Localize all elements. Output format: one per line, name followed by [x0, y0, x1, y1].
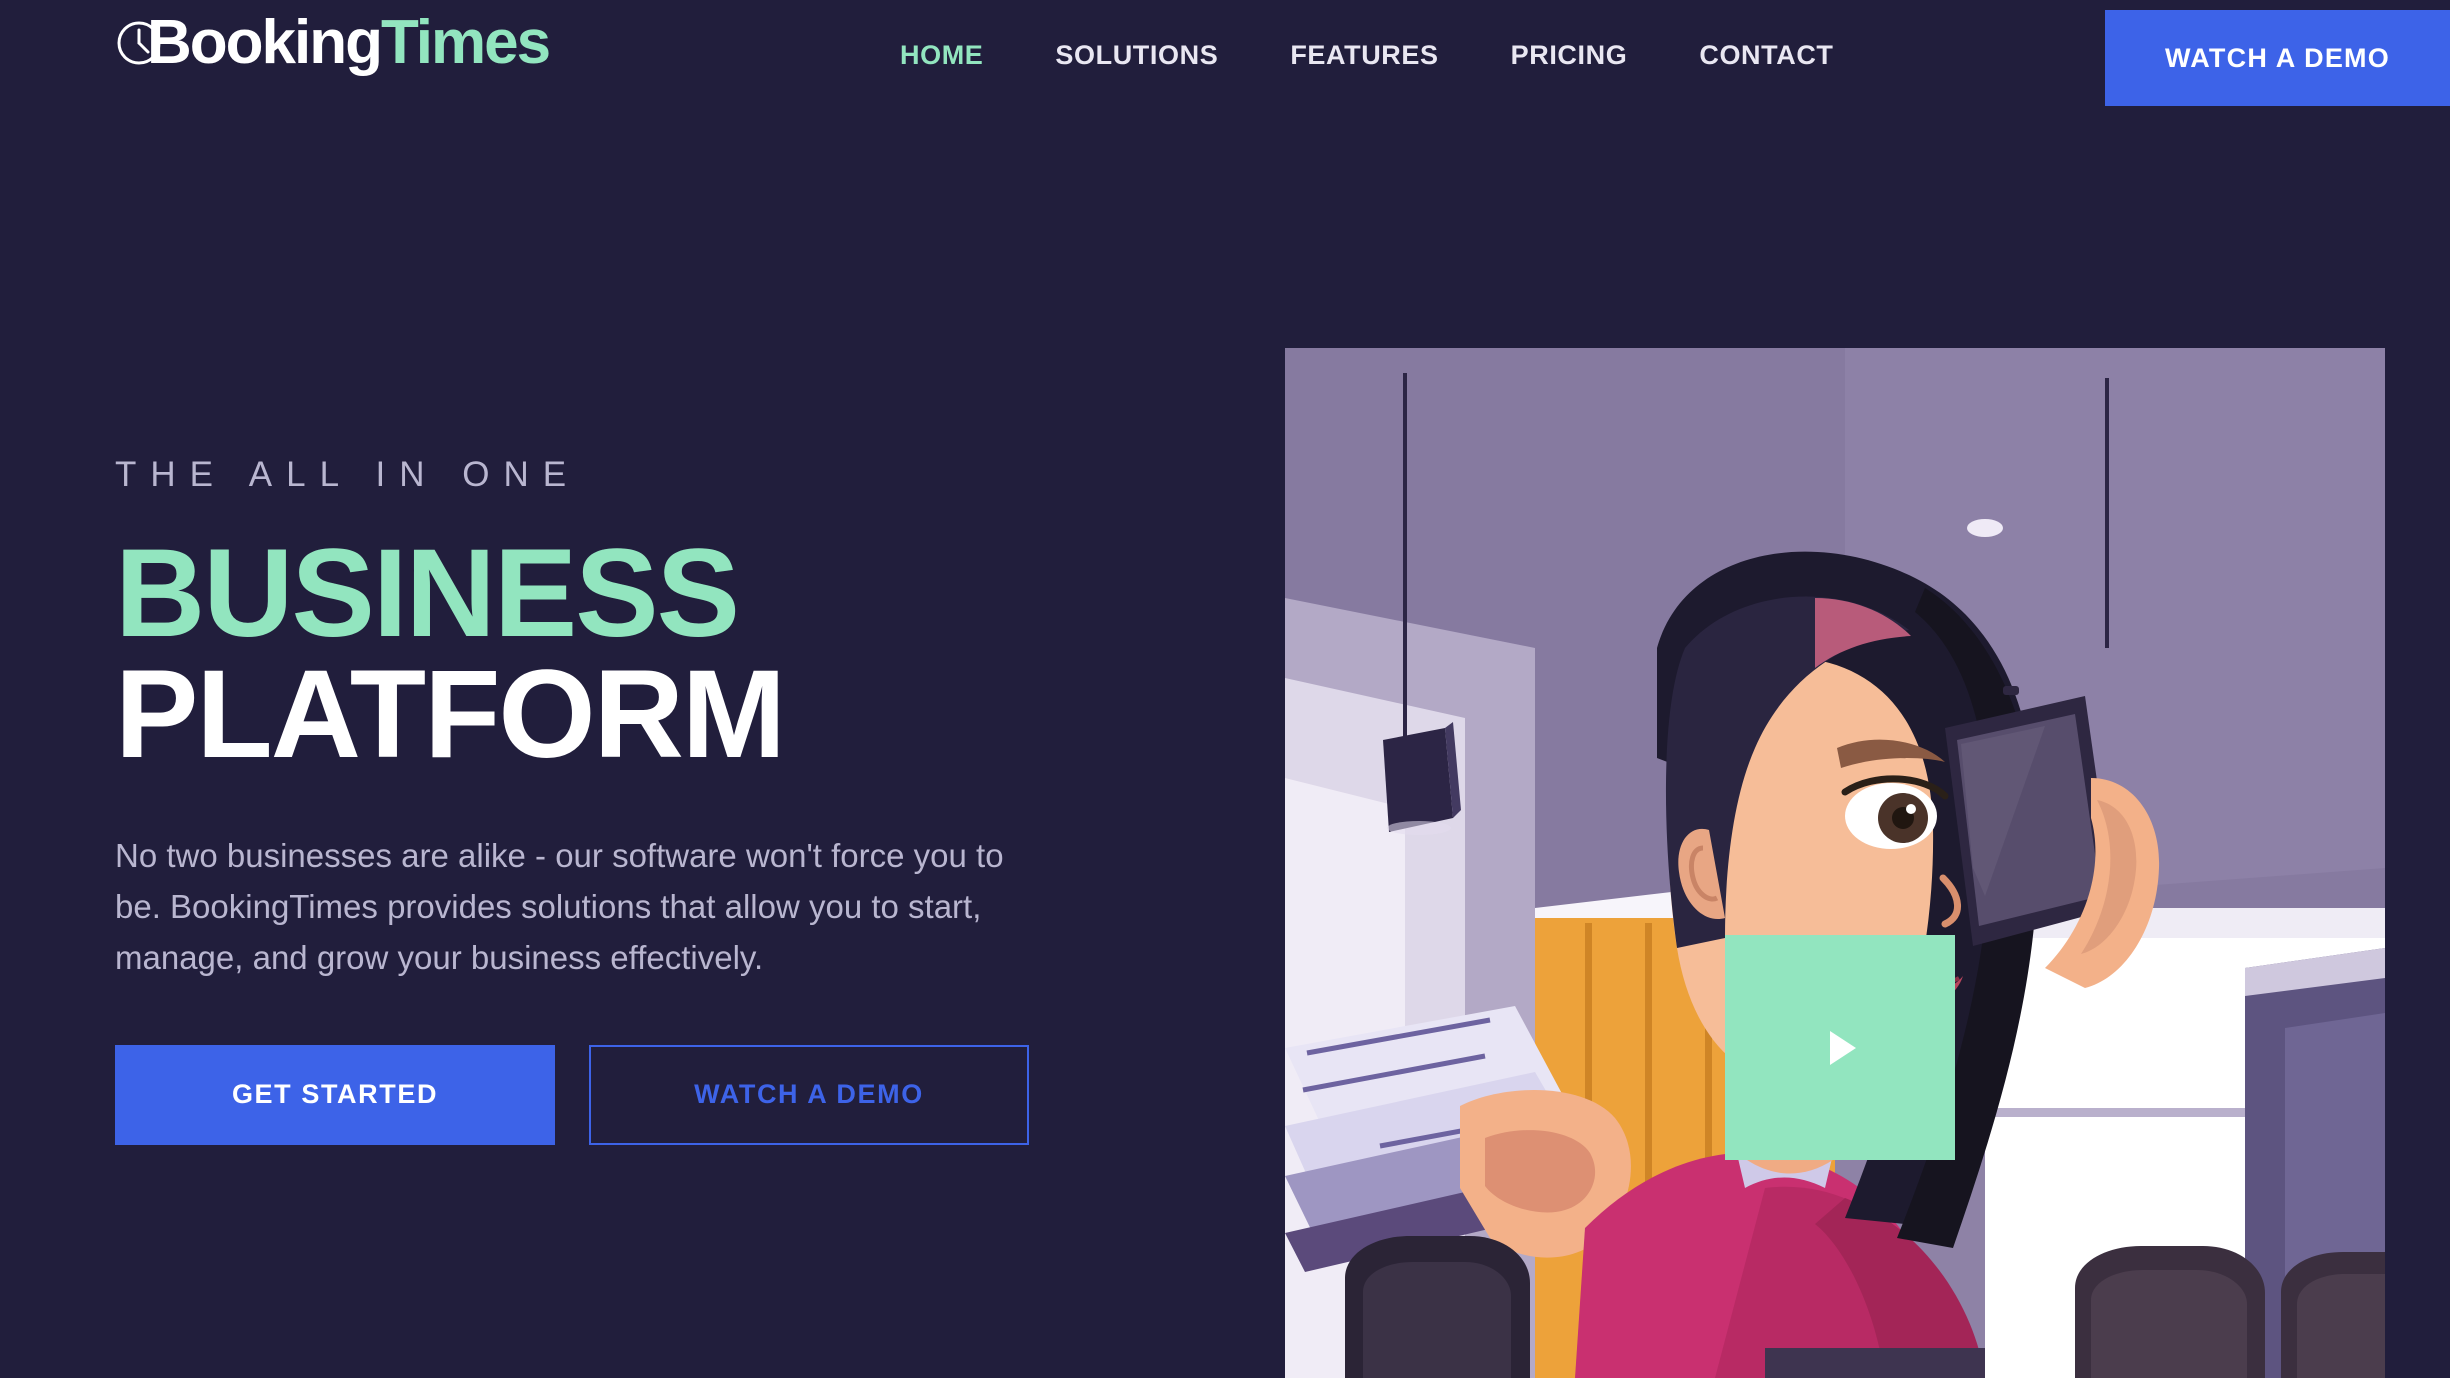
nav-item-home[interactable]: HOME — [900, 40, 983, 71]
main-navigation: HOME SOLUTIONS FEATURES PRICING CONTACT — [900, 40, 1834, 71]
play-icon — [1830, 1030, 1856, 1065]
brand-logo[interactable]: BookingTimes — [115, 12, 551, 74]
play-video-button[interactable] — [1725, 935, 1955, 1160]
nav-item-contact[interactable]: CONTACT — [1699, 40, 1833, 71]
site-header: BookingTimes HOME SOLUTIONS FEATURES PRI… — [0, 0, 2450, 128]
hero-eyebrow: THE ALL IN ONE — [115, 455, 581, 494]
get-started-button[interactable]: GET STARTED — [115, 1044, 555, 1145]
landing-page: BookingTimes HOME SOLUTIONS FEATURES PRI… — [0, 0, 2450, 1378]
hero-content: THE ALL IN ONE BUSINESS PLATFORM No two … — [115, 455, 1165, 1145]
brand-name-primary: Booking — [147, 8, 383, 77]
clock-icon — [115, 19, 163, 67]
hero-cta-row: GET STARTED WATCH A DEMO — [115, 1044, 1165, 1145]
hero-headline-line2: PLATFORM — [115, 645, 786, 785]
brand-name-secondary: Times — [380, 8, 551, 77]
nav-item-solutions[interactable]: SOLUTIONS — [1055, 40, 1218, 71]
header-watch-demo-button[interactable]: WATCH A DEMO — [2105, 10, 2450, 106]
nav-item-pricing[interactable]: PRICING — [1511, 40, 1628, 71]
hero-headline-line1: BUSINESS — [115, 524, 740, 663]
nav-item-features[interactable]: FEATURES — [1290, 40, 1438, 71]
hero-watch-demo-button[interactable]: WATCH A DEMO — [589, 1044, 1029, 1145]
hero-paragraph: No two businesses are alike - our softwa… — [115, 836, 1004, 976]
hero-headline: BUSINESS PLATFORM — [115, 524, 1165, 785]
hero-illustration — [1285, 348, 2385, 1378]
